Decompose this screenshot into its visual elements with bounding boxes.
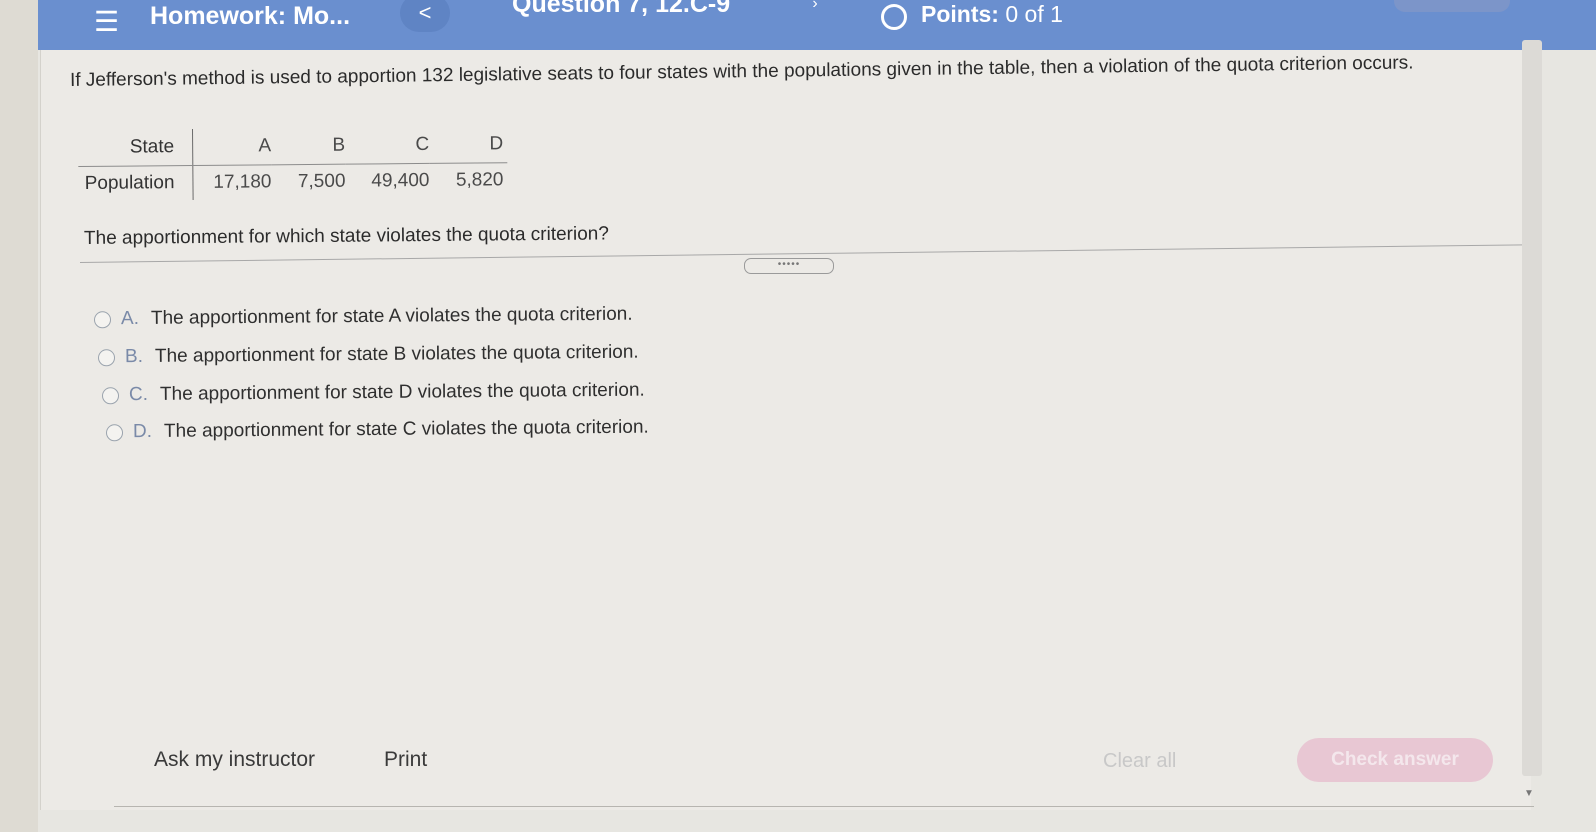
option-text: The apportionment for state C violates t…: [163, 416, 649, 442]
hamburger-menu-icon[interactable]: ☰: [94, 8, 119, 36]
table-cell: B: [270, 127, 346, 165]
table-cell: 49,400: [371, 169, 430, 192]
print-link[interactable]: Print: [384, 748, 427, 772]
option-text: The apportionment for state B violates t…: [154, 341, 639, 367]
table-row: State A B C D: [78, 126, 508, 167]
clear-all-button[interactable]: Clear all: [1103, 750, 1176, 773]
table-cell: D: [428, 126, 508, 164]
bottom-border: [114, 806, 1534, 807]
points-circle-icon: [881, 4, 907, 30]
table-row: Population 17,180 7,500 49,400 5,820: [78, 163, 507, 201]
radio-button[interactable]: [105, 423, 124, 441]
check-answer-button[interactable]: Check answer: [1297, 738, 1493, 782]
option-letter: D.: [132, 420, 153, 443]
table-cell: A: [192, 128, 272, 166]
radio-button[interactable]: [93, 310, 112, 328]
option-text: The apportionment for state D violates t…: [159, 379, 645, 405]
table-row-header: State: [78, 129, 193, 167]
scroll-down-icon[interactable]: ▼: [1524, 788, 1534, 799]
left-edge: [0, 0, 38, 832]
next-question-button[interactable]: ›: [790, 0, 840, 24]
table-cell: 17,180: [213, 171, 272, 193]
points-label: Points:: [921, 1, 999, 27]
points-value: 0 of 1: [1005, 1, 1063, 27]
option-letter: A.: [120, 307, 140, 330]
radio-button[interactable]: [97, 348, 116, 366]
table-row-header: Population: [78, 165, 194, 201]
answer-option-b[interactable]: B. The apportionment for state B violate…: [97, 341, 639, 369]
population-table: State A B C D Population 17,180 7,500 49…: [78, 126, 508, 201]
table-cell: 7,500: [297, 170, 346, 193]
expand-handle[interactable]: •••••: [744, 258, 834, 274]
points-display: Points: 0 of 1: [921, 1, 1063, 28]
option-letter: C.: [128, 383, 149, 406]
table-cell: 5,820: [455, 169, 504, 191]
answer-option-a[interactable]: A. The apportionment for state A violate…: [93, 303, 633, 331]
scrollbar[interactable]: [1522, 40, 1542, 776]
question-title[interactable]: Question 7, 12.C-9: [512, 0, 730, 19]
question-prompt: The apportionment for which state violat…: [83, 223, 609, 249]
header-corner-button[interactable]: [1394, 0, 1510, 12]
radio-button[interactable]: [101, 386, 120, 404]
homework-title[interactable]: Homework: Mo...: [150, 2, 350, 31]
previous-question-button[interactable]: <: [400, 0, 450, 32]
table-cell: C: [344, 126, 430, 165]
option-text: The apportionment for state A violates t…: [150, 303, 633, 329]
option-letter: B.: [124, 345, 144, 368]
top-bar: ☰ Homework: Mo... < Question 7, 12.C-9 ›…: [38, 0, 1596, 50]
ask-instructor-link[interactable]: Ask my instructor: [154, 748, 315, 772]
